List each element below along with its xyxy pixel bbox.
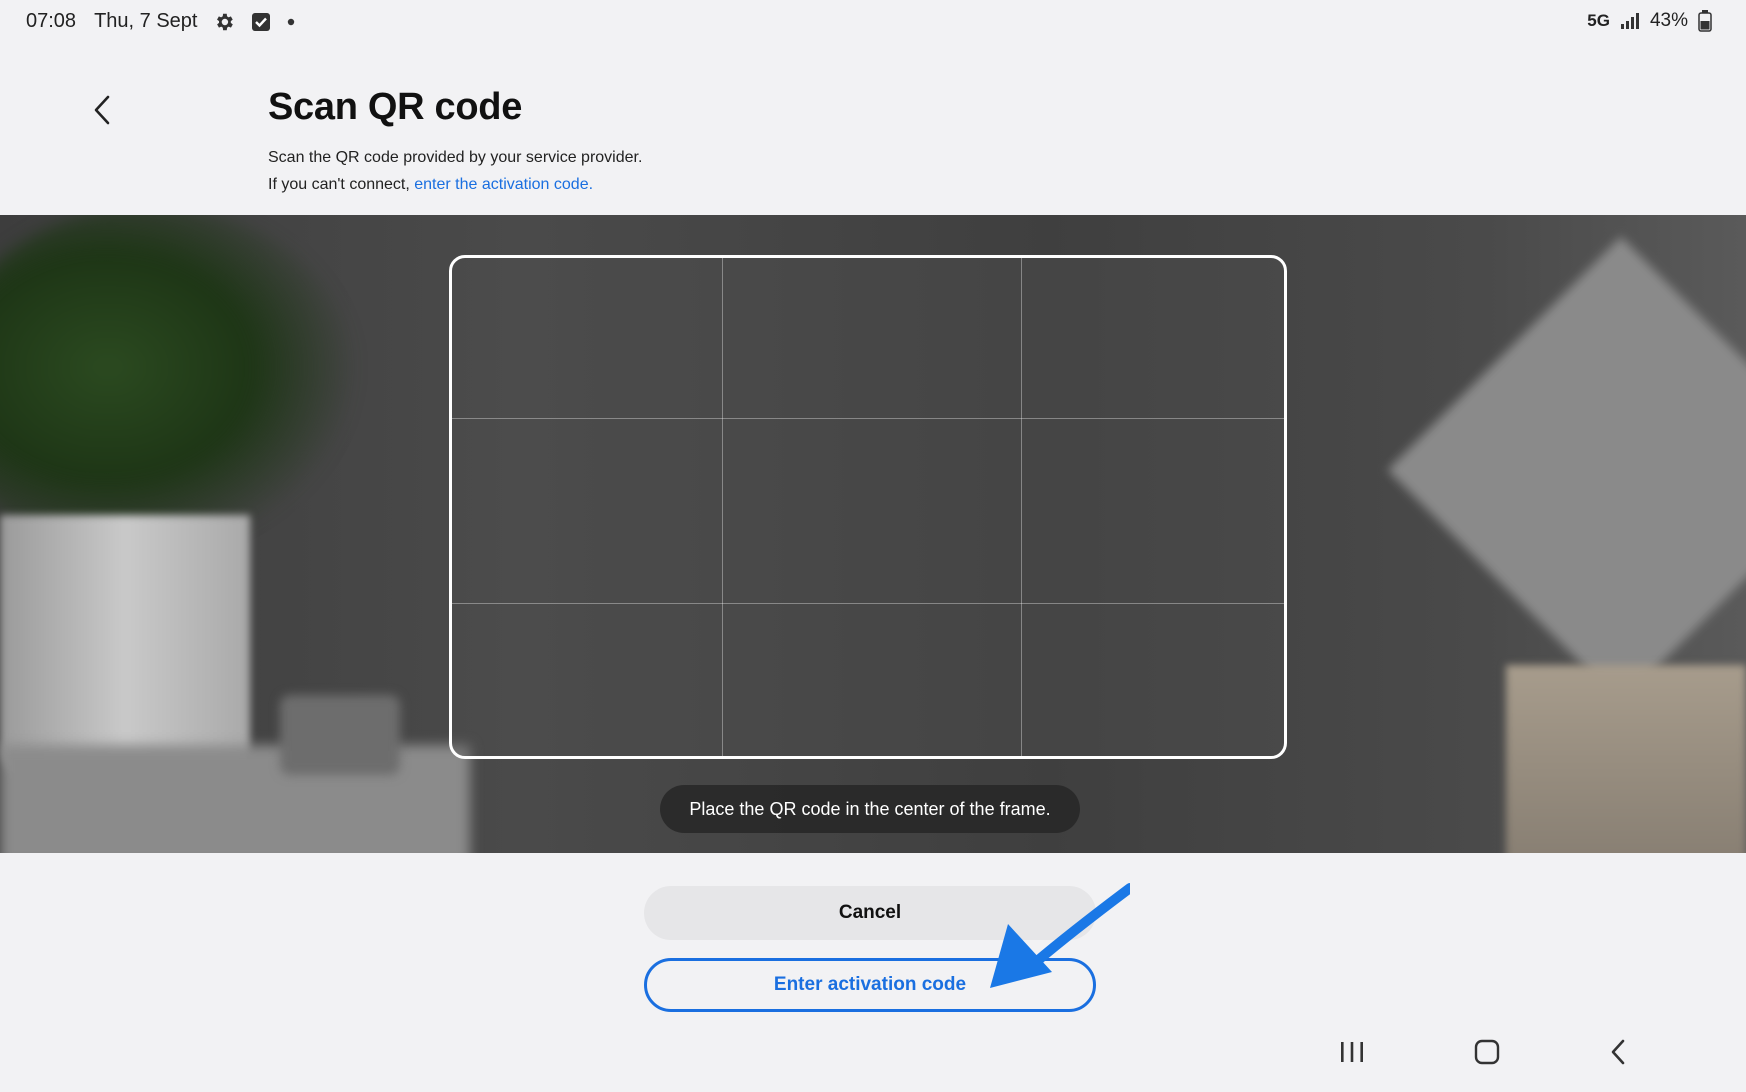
home-button[interactable] [1465,1030,1509,1074]
back-button[interactable] [86,90,118,130]
checkbox-icon [251,12,271,32]
description-prefix: If you can't connect, [268,176,415,193]
scan-hint: Place the QR code in the center of the f… [660,785,1080,833]
background-cup [280,695,400,775]
battery-percent: 43% [1649,10,1688,31]
grid-line [452,603,1284,604]
network-type: 5G [1587,11,1610,30]
scan-frame [449,255,1287,759]
status-bar: 07:08 Thu, 7 Sept 5G 43% [0,0,1746,46]
back-icon [1611,1039,1625,1065]
page-description: Scan the QR code provided by your servic… [268,144,642,198]
grid-line [452,418,1284,419]
dot-icon [287,18,295,26]
nav-back-button[interactable] [1596,1030,1640,1074]
recents-button[interactable] [1330,1030,1374,1074]
camera-viewfinder: Place the QR code in the center of the f… [0,215,1746,853]
grid-line [1021,258,1022,756]
signal-icon [1620,12,1640,30]
background-lamp [1387,236,1746,704]
status-time: 07:08 [26,10,77,32]
annotation-arrow-icon [990,883,1130,988]
background-books [1506,665,1746,853]
status-right: 5G 43% [1587,10,1712,32]
battery-icon [1698,10,1712,32]
navigation-bar [0,1030,1746,1074]
description-line-1: Scan the QR code provided by your servic… [268,149,643,166]
background-plant [0,215,360,565]
status-date: Thu, 7 Sept [94,10,198,32]
page-title: Scan QR code [268,86,523,128]
status-left: 07:08 Thu, 7 Sept [26,10,295,33]
home-icon [1474,1039,1500,1065]
description-line-2: If you can't connect, enter the activati… [268,171,642,198]
recents-icon [1341,1042,1363,1062]
grid-line [722,258,723,756]
chevron-left-icon [94,95,110,125]
activation-code-link[interactable]: enter the activation code. [414,176,593,193]
gear-icon [213,11,235,33]
